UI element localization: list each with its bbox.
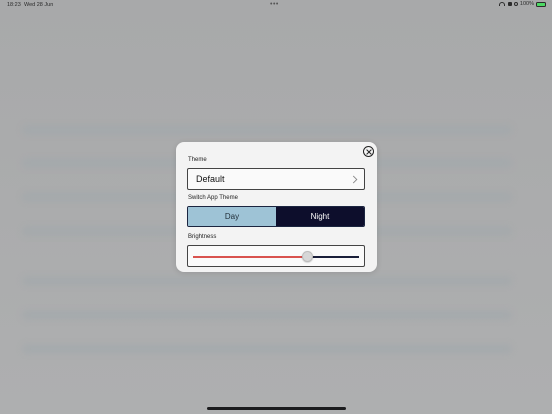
brightness-slider-thumb[interactable] — [302, 251, 314, 262]
theme-label: Theme — [188, 157, 207, 163]
brightness-label: Brightness — [188, 234, 217, 240]
day-segment[interactable]: Day — [188, 207, 276, 226]
switch-theme-label: Switch App Theme — [188, 195, 238, 201]
home-indicator[interactable] — [207, 407, 346, 410]
blurred-row — [22, 344, 512, 354]
slider-track-filled[interactable] — [193, 256, 308, 258]
status-time: 18:23 — [7, 2, 21, 8]
status-bar: 18:23 Wed 28 Jun ••• 100% — [0, 0, 552, 12]
close-button[interactable] — [363, 146, 374, 157]
headphone-icon — [513, 2, 518, 6]
night-segment[interactable]: Night — [276, 207, 364, 226]
lock-icon — [507, 2, 512, 6]
theme-value: Default — [196, 174, 225, 184]
wifi-icon — [498, 2, 505, 6]
blurred-row — [22, 276, 512, 286]
status-indicators: 100% — [498, 1, 546, 7]
theme-settings-modal: Theme Default Switch App Theme Day Night… — [176, 142, 377, 272]
chevron-right-icon — [352, 175, 358, 184]
theme-select[interactable]: Default — [187, 168, 365, 190]
theme-mode-segmented-control: Day Night — [187, 206, 365, 227]
close-icon — [365, 148, 372, 155]
multitasking-dots-icon[interactable]: ••• — [270, 1, 279, 8]
blurred-row — [22, 125, 512, 135]
slider-track-empty[interactable] — [307, 256, 359, 258]
blurred-row — [22, 310, 512, 320]
brightness-slider-container — [187, 245, 365, 267]
battery-percentage: 100% — [519, 1, 534, 7]
battery-icon — [536, 1, 546, 7]
status-date: Wed 28 Jun — [24, 2, 54, 8]
